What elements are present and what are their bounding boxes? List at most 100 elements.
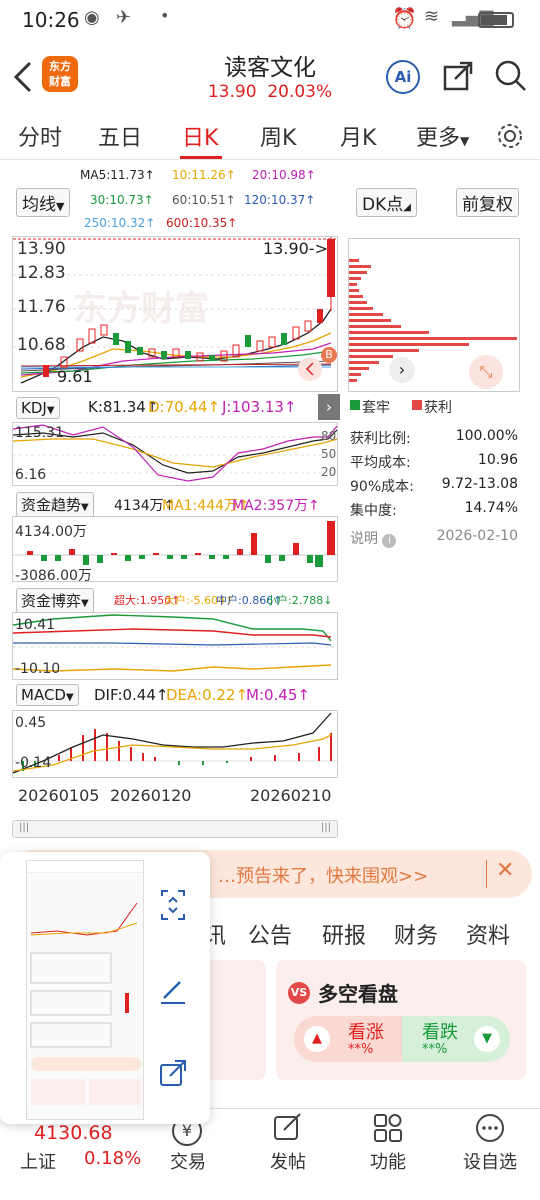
caret-down-icon: ▼ [460, 134, 470, 148]
chip-distribution[interactable]: › ⤡ [348, 238, 520, 392]
x-date: 20260120 [110, 786, 192, 805]
screenshot-thumbnail[interactable] [26, 860, 144, 1120]
scroll-capture-icon[interactable] [158, 888, 188, 922]
back-icon[interactable] [12, 60, 34, 94]
edit-icon[interactable] [158, 976, 188, 1006]
index-name[interactable]: 上证 [20, 1148, 56, 1174]
kdj-select[interactable]: KDJ▼ [16, 397, 60, 419]
nav-add-watchlist[interactable]: 设自选 [450, 1148, 530, 1174]
macd-chart[interactable]: 0.45 -0.14 [12, 710, 338, 778]
tab-more-label: 更多 [416, 126, 461, 151]
kdj-level: 20 [321, 465, 337, 479]
dk-button[interactable]: DK点◢ [356, 188, 417, 217]
chevron-right-icon[interactable]: › [389, 357, 415, 383]
vote-up-label: 看涨 [348, 1022, 384, 1043]
ai-button[interactable]: Ai [386, 60, 420, 94]
close-icon[interactable]: ✕ [496, 858, 514, 883]
dk-label: DK点 [362, 195, 404, 215]
macd-svg [13, 712, 337, 774]
legend-profit: 获利 [424, 400, 452, 416]
more-icon[interactable] [474, 1112, 506, 1144]
vote-up-button[interactable]: ▲ 看涨 **% [294, 1016, 402, 1062]
adjust-button[interactable]: 前复权 [456, 188, 519, 217]
chip-stat-value: 10.96 [477, 452, 518, 468]
ma-label: 20:10.98↑ [252, 168, 316, 182]
low-label: 9.61 [57, 367, 93, 386]
tab-profile[interactable]: 资料 [466, 918, 510, 950]
kline-chart[interactable]: 东方财富 13.90 12.83 11.76 10.68 13.90-> 9.6… [12, 236, 338, 392]
ma-label: 30:10.73↑ [90, 193, 154, 207]
settings-icon[interactable] [496, 122, 524, 150]
tab-weekly-k[interactable]: 周K [260, 120, 296, 152]
chip-date: 2026-02-10 [436, 528, 518, 544]
last-price-tag: 13.90-> [263, 239, 328, 258]
y-tick: 10.68 [17, 335, 66, 355]
index-value[interactable]: 4130.68 [34, 1122, 113, 1144]
fund-game-small: 小户:2.788↓ [266, 594, 333, 607]
tab-finance[interactable]: 财务 [394, 918, 438, 950]
ma-select-label: 均线 [22, 195, 56, 215]
tab-daily-k[interactable]: 日K [182, 120, 218, 152]
index-change[interactable]: 0.18% [84, 1148, 141, 1169]
nav-trade[interactable]: 交易 [148, 1148, 228, 1174]
chart-scrollbar[interactable]: ||| ||| [12, 820, 338, 838]
chip-stat-label: 集中度: [350, 503, 397, 519]
macd-dea: DEA:0.22↑ [166, 686, 249, 704]
function-icon[interactable] [372, 1112, 404, 1144]
buy-marker[interactable]: B [321, 347, 337, 363]
wechat-icon: ◉ [84, 7, 100, 28]
search-icon[interactable] [494, 58, 528, 94]
fund-trend-y-top: 4134.00万 [15, 524, 87, 540]
nav-post[interactable]: 发帖 [248, 1148, 328, 1174]
legend-trapped: 套牢 [362, 400, 390, 416]
stock-header: 东方 财富 读客文化 13.90 20.03% Ai [0, 40, 540, 112]
tab-research[interactable]: 研报 [322, 918, 366, 950]
ma-label: 60:10.51↑ [172, 193, 236, 207]
fund-trend-select[interactable]: 资金趋势▼ [16, 492, 94, 517]
kdj-y-top: 115.31 [15, 425, 64, 441]
legend-swatch-profit [412, 400, 422, 410]
tab-monthly-k[interactable]: 月K [340, 120, 376, 152]
expand-icon[interactable]: ⤡ [469, 355, 503, 389]
vote-down-button[interactable]: 看跌 **% ▼ [402, 1016, 510, 1062]
kdj-select-label: KDJ [21, 399, 47, 417]
arrow-down-icon: ▼ [474, 1026, 500, 1052]
scroll-handle-right[interactable]: ||| [321, 822, 331, 833]
tab-five-day[interactable]: 五日 [98, 120, 142, 152]
fund-game-svg [13, 614, 337, 672]
ma-label: 120:10.37↑ [244, 193, 316, 207]
chip-stat-value: 100.00% [455, 428, 518, 444]
chip-note-label: 说明 [350, 531, 378, 547]
macd-y-top: 0.45 [15, 715, 47, 731]
post-icon[interactable] [272, 1112, 304, 1144]
ma-select[interactable]: 均线▼ [16, 188, 71, 217]
share-icon[interactable] [442, 60, 474, 92]
vote-up-pct: **% [348, 1042, 374, 1057]
chip-stat-value: 9.72-13.08 [441, 476, 518, 492]
scroll-handle-left[interactable]: ||| [19, 822, 29, 833]
nav-function[interactable]: 功能 [348, 1148, 428, 1174]
macd-select[interactable]: MACD▼ [16, 684, 79, 706]
tab-more[interactable]: 更多▼ [416, 120, 469, 152]
arrow-up-icon: ▲ [304, 1026, 330, 1052]
stock-quote: 13.90 20.03% [160, 82, 380, 102]
kdj-j: J:103.13↑ [222, 398, 297, 416]
kdj-level: 80 [321, 429, 337, 443]
fund-game-select[interactable]: 资金博弈▼ [16, 588, 94, 613]
fund-game-chart[interactable]: 10.41 -10.10 [12, 612, 338, 680]
y-tick: 13.90 [17, 239, 66, 259]
caret-down-icon: ▼ [65, 692, 74, 703]
vs-icon: VS [288, 982, 310, 1004]
kdj-chart[interactable]: 115.31 6.16 80 50 20 [12, 422, 338, 486]
y-tick: 11.76 [17, 297, 66, 317]
fund-trend-chart[interactable]: 4134.00万 -3086.00万 [12, 516, 338, 582]
panel-collapse-icon[interactable]: › [318, 394, 340, 420]
vote-down-pct: **% [422, 1042, 448, 1057]
x-date: 20260210 [250, 786, 332, 805]
chip-note[interactable]: 说明 i [350, 528, 397, 548]
tab-intraday[interactable]: 分时 [18, 120, 62, 152]
banner-divider [486, 860, 487, 888]
fund-game-y-bottom: -10.10 [15, 661, 61, 677]
tab-announcement[interactable]: 公告 [248, 918, 292, 950]
share-out-icon[interactable] [158, 1058, 188, 1088]
